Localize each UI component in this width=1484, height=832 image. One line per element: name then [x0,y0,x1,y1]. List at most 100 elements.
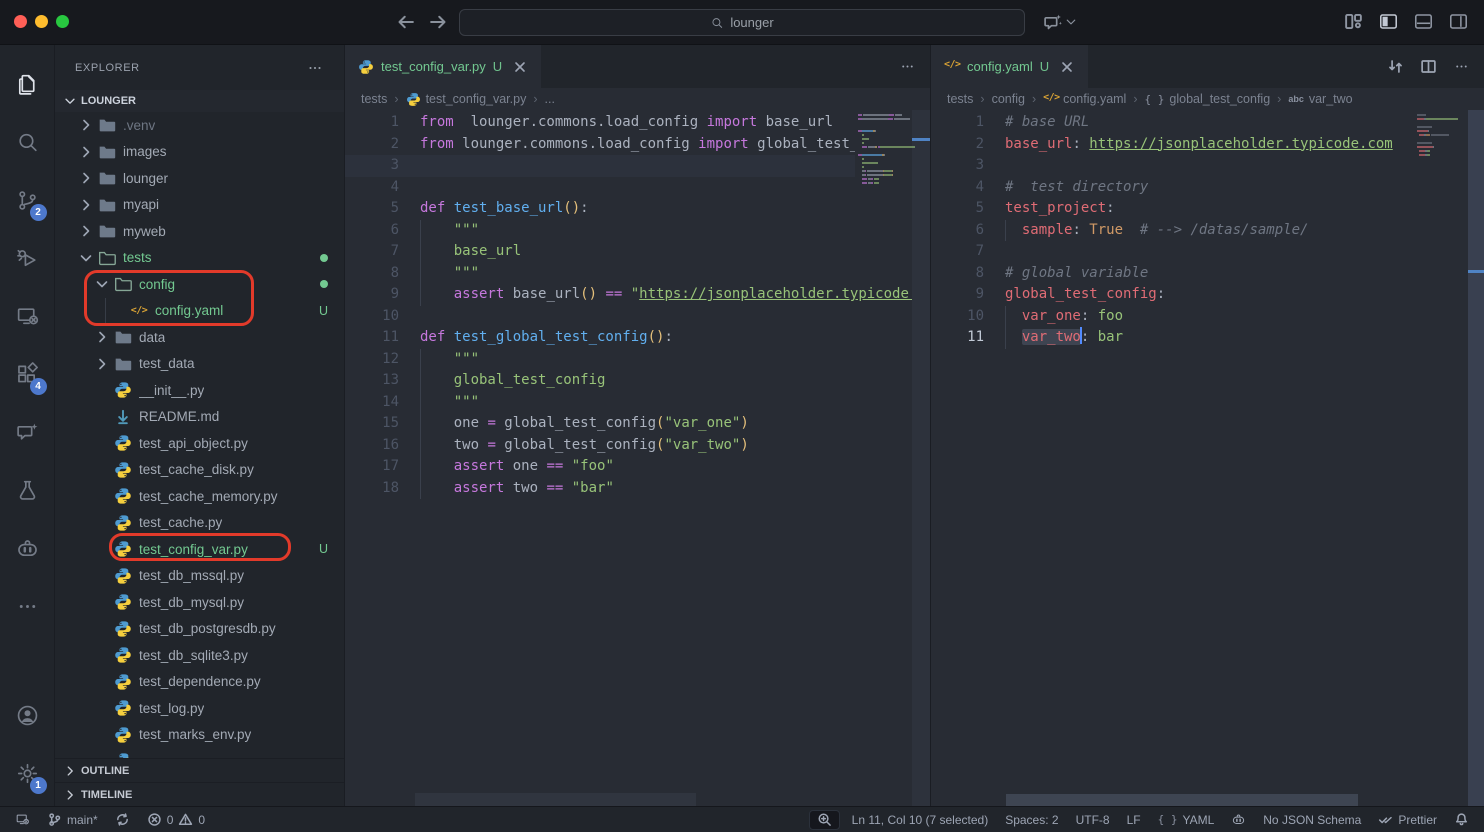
command-center-search[interactable]: lounger [459,9,1025,36]
activity-source-control[interactable]: 2 [0,175,55,225]
activity-chat[interactable] [0,407,55,457]
code-line-15[interactable]: 15 one = global_test_config("var_one") [345,413,930,435]
close-icon[interactable] [1059,59,1075,75]
tree-item-.venv[interactable]: .venv [55,112,344,139]
status-indentation[interactable]: Spaces: 2 [1000,807,1063,832]
tab-test-config-var-py[interactable]: test_config_var.py U [345,45,541,88]
minimize-window-button[interactable] [35,15,48,28]
status-problems[interactable]: 00 [142,807,210,832]
code-line-8[interactable]: 8 """ [345,263,930,285]
activity-extensions[interactable]: 4 [0,349,55,399]
status-zoom[interactable] [809,810,840,830]
horizontal-scrollbar[interactable] [415,793,696,806]
split-icon[interactable] [1420,58,1437,75]
code-line-2[interactable]: 2from lounger.commons.load_config import… [345,134,930,156]
tree-item-test_config_var.py[interactable]: test_config_var.pyU [55,536,344,563]
breadcrumb-item[interactable]: tests [361,92,387,106]
code-line-10[interactable]: 10 var_one: foo [931,306,1484,328]
tree-item-test_api_object.py[interactable]: test_api_object.py [55,430,344,457]
activity-testing[interactable] [0,465,55,515]
status-branch[interactable]: main* [42,807,103,832]
minimap[interactable] [855,112,912,186]
breadcrumb-item[interactable]: </>config.yaml [1043,92,1126,106]
close-window-button[interactable] [14,15,27,28]
zoom-window-button[interactable] [56,15,69,28]
code-line-6[interactable]: 6 sample: True # --> /datas/sample/ [931,220,1484,242]
workspace-section-header[interactable]: LOUNGER [55,90,344,112]
tree-item-config.yaml[interactable]: </>config.yamlU [55,298,344,325]
tree-item-test_db_mysql.py[interactable]: test_db_mysql.py [55,589,344,616]
code-line-1[interactable]: 1# base URL [931,112,1484,134]
tree-item-test_marks_env.py[interactable]: test_marks_env.py [55,722,344,749]
code-line-11[interactable]: 11def test_global_test_config(): [345,327,930,349]
breadcrumb-item[interactable]: test_config_var.py [406,92,527,106]
activity-run-debug[interactable] [0,233,55,283]
activity-accounts[interactable] [0,690,55,740]
activity-copilot[interactable] [0,523,55,573]
breadcrumb-item[interactable]: tests [947,92,973,106]
code-line-13[interactable]: 13 global_test_config [345,370,930,392]
code-line-4[interactable]: 4# test directory [931,177,1484,199]
code-line-12[interactable]: 12 """ [345,349,930,371]
timeline-section[interactable]: TIMELINE [55,782,344,806]
tree-item-test_db_postgresdb.py[interactable]: test_db_postgresdb.py [55,616,344,643]
breadcrumb-item[interactable]: abcvar_two [1288,92,1352,106]
code-line-5[interactable]: 5def test_base_url(): [345,198,930,220]
tree-item-test_log.py[interactable]: test_log.py [55,695,344,722]
explorer-actions-more-icon[interactable] [306,59,324,77]
tree-item-myapi[interactable]: myapi [55,192,344,219]
vertical-scrollbar[interactable] [912,110,930,806]
code-line-14[interactable]: 14 """ [345,392,930,414]
breadcrumb-item[interactable]: { }global_test_config [1145,92,1271,106]
code-line-10[interactable]: 10 [345,306,930,328]
code-editor-python[interactable]: 1from lounger.commons.load_config import… [345,110,930,806]
tree-item-test_cache_memory.py[interactable]: test_cache_memory.py [55,483,344,510]
tree-item-README.md[interactable]: README.md [55,404,344,431]
code-line-1[interactable]: 1from lounger.commons.load_config import… [345,112,930,134]
more-icon[interactable] [899,58,916,75]
status-copilot-status[interactable] [1226,807,1251,832]
status-eol[interactable]: LF [1122,807,1146,832]
tree-item-data[interactable]: data [55,324,344,351]
code-line-9[interactable]: 9 assert base_url() == "https://jsonplac… [345,284,930,306]
code-line-7[interactable]: 7 base_url [345,241,930,263]
arrow-left-icon[interactable] [396,11,416,33]
status-encoding[interactable]: UTF-8 [1071,807,1115,832]
vertical-scrollbar[interactable] [1468,110,1484,806]
code-line-11[interactable]: 11 var_two: bar [931,327,1484,349]
arrow-right-icon[interactable] [428,11,448,33]
tree-item-test_dependence.py[interactable]: test_dependence.py [55,669,344,696]
tree-item-myweb[interactable]: myweb [55,218,344,245]
panel-left-icon[interactable] [1379,12,1398,31]
tree-item-test_db_mssql.py[interactable]: test_db_mssql.py [55,563,344,590]
code-line-18[interactable]: 18 assert two == "bar" [345,478,930,500]
status-notifications[interactable] [1449,807,1474,832]
activity-settings[interactable]: 1 [0,748,55,798]
status-sync[interactable] [110,807,135,832]
panel-right-icon[interactable] [1449,12,1468,31]
status-json-schema[interactable]: No JSON Schema [1258,807,1366,832]
layout-icon[interactable] [1344,12,1363,31]
code-editor-yaml[interactable]: 1# base URL2base_url: https://jsonplaceh… [931,110,1484,806]
tree-item-partial[interactable] [55,748,344,758]
outline-section[interactable]: OUTLINE [55,758,344,782]
activity-remote-explorer[interactable] [0,291,55,341]
code-line-2[interactable]: 2base_url: https://jsonplaceholder.typic… [931,134,1484,156]
tree-item-test_cache_disk.py[interactable]: test_cache_disk.py [55,457,344,484]
activity-more-views[interactable] [0,581,55,631]
code-line-8[interactable]: 8# global variable [931,263,1484,285]
status-cursor-position[interactable]: Ln 11, Col 10 (7 selected) [847,807,994,832]
code-line-5[interactable]: 5test_project: [931,198,1484,220]
activity-explorer[interactable] [0,59,55,109]
code-line-9[interactable]: 9global_test_config: [931,284,1484,306]
tree-item-test_cache.py[interactable]: test_cache.py [55,510,344,537]
tree-item-tests[interactable]: tests [55,245,344,272]
code-line-6[interactable]: 6 """ [345,220,930,242]
tab-config-yaml[interactable]: </> config.yaml U [931,45,1088,88]
status-remote[interactable] [10,807,35,832]
code-line-17[interactable]: 17 assert one == "foo" [345,456,930,478]
status-language-mode[interactable]: { }YAML [1153,807,1220,832]
tree-item-images[interactable]: images [55,139,344,166]
tree-item-lounger[interactable]: lounger [55,165,344,192]
close-icon[interactable] [512,59,528,75]
